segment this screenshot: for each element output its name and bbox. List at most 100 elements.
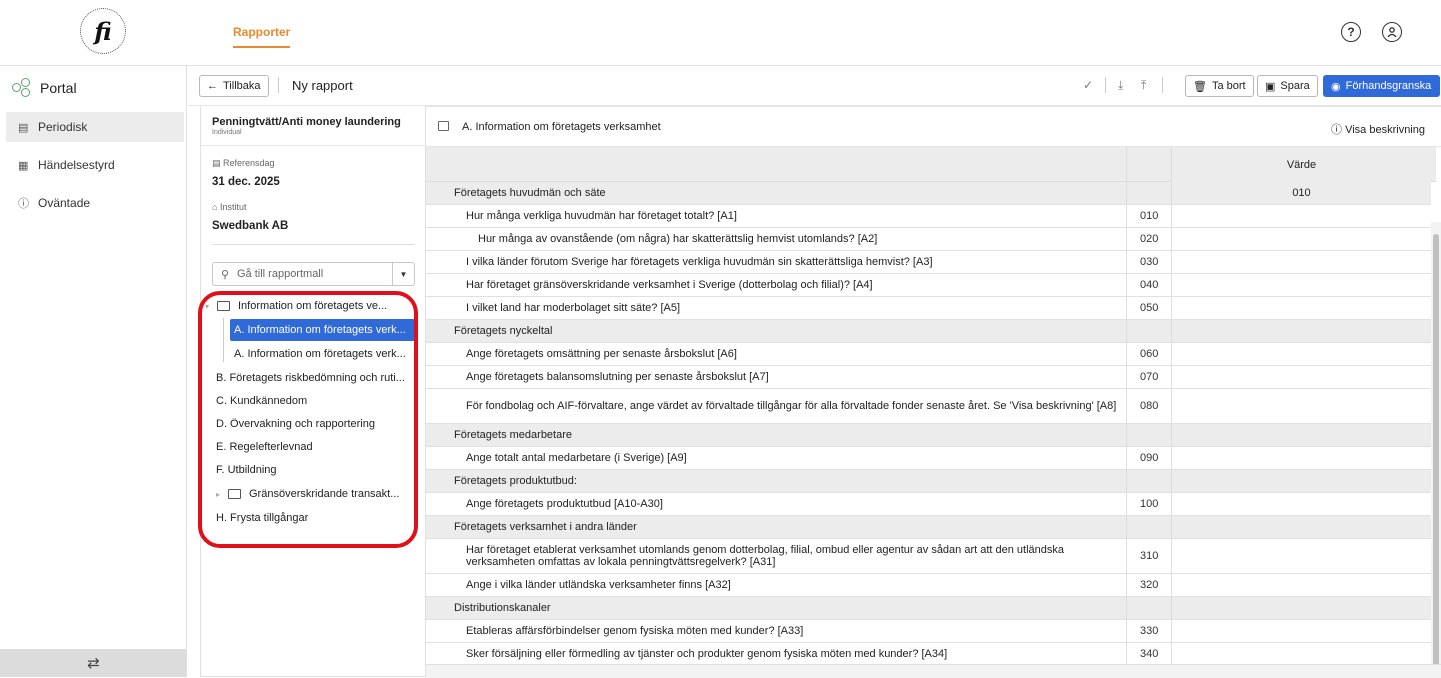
sidebar-item-periodisk[interactable]: ▤ Periodisk [6,112,184,142]
row-label: Sker försäljning eller förmedling av tjä… [466,648,948,660]
row-code: 340 [1126,643,1171,665]
row-value-input[interactable] [1171,228,1431,250]
row-code: 060 [1126,343,1171,365]
row-value-input[interactable] [1171,366,1431,388]
vertical-scrollbar[interactable] [1431,222,1441,667]
row-value-input[interactable] [1171,447,1431,469]
row-value-input[interactable] [1171,539,1431,573]
table-row: I vilka länder förutom Sverige har föret… [426,251,1431,274]
row-value-input[interactable] [1171,274,1431,296]
sidebar-item-handelsestyrd[interactable]: ▦ Händelsestyrd [6,150,184,180]
row-label: Hur många av ovanstående (om några) har … [478,233,878,245]
row-label: Företagets huvudmän och säte [454,187,606,199]
chevron-down-icon[interactable]: ▾ [205,302,217,311]
folder-open-icon [217,301,230,311]
row-label: Har företaget etablerat verksamhet utoml… [466,544,1065,568]
report-navigator: Penningtvätt/Anti money laundering Indiv… [200,106,426,677]
value-column-code: 010 [1171,182,1431,204]
help-icon[interactable]: ? [1341,22,1361,42]
preview-button[interactable]: ◉ Förhandsgranska [1323,75,1440,97]
table-header: Värde [426,147,1436,182]
tree-folder-information[interactable]: ▾ Information om företagets ve... [205,295,415,317]
show-description-link[interactable]: ⓘ Visa beskrivning [1331,121,1425,137]
tree-folder-gransoverskridande[interactable]: ▸ Gränsöverskridande transakt... [216,483,415,505]
portal-icon [12,78,32,98]
row-value-input [1171,424,1431,446]
row-label: Distributionskanaler [454,602,551,614]
row-code: 050 [1126,297,1171,319]
table-row: Företagets huvudmän och säte 010 [426,182,1431,205]
row-value-input[interactable] [1171,493,1431,515]
search-input[interactable]: Gå till rapportmall [237,268,392,280]
validate-icon[interactable]: ✓ [1083,78,1093,92]
value-column-header: Värde [1171,147,1431,182]
tree-item-a-second[interactable]: A. Information om företagets verk... [234,343,415,365]
report-form: A. Information om företagets verksamhet … [426,106,1441,678]
user-icon[interactable] [1382,22,1402,42]
save-button[interactable]: ▣ Spara [1257,75,1318,97]
trash-icon: 🗑︎ [1193,80,1207,93]
tree-item-b[interactable]: B. Företagets riskbedömning och ruti... [216,367,415,389]
save-icon: ▣ [1265,80,1276,93]
row-value-input[interactable] [1171,620,1431,642]
row-value-input[interactable] [1171,251,1431,273]
table-row: Ange företagets omsättning per senaste å… [426,343,1431,366]
section-title: A. Information om företagets verksamhet [462,121,661,133]
table-group-row: Företagets verksamhet i andra länder [426,516,1431,539]
table-group-row: Distributionskanaler [426,597,1431,620]
chevron-right-icon[interactable]: ▸ [216,490,228,499]
table-row: Har företaget etablerat verksamhet utoml… [426,539,1431,574]
user-glyph [1387,27,1397,38]
row-value-input[interactable] [1171,297,1431,319]
template-search[interactable]: ⚲ Gå till rapportmall ▼ [212,262,415,286]
row-code: 080 [1126,389,1171,423]
tree-item-f[interactable]: F. Utbildning [216,459,415,481]
calendar-icon: ▤ [18,121,29,134]
row-label: Har företaget gränsöverskridande verksam… [466,279,873,291]
upload-icon[interactable]: ⤒ [1141,78,1146,93]
row-label: Ange företagets balansomslutning per sen… [466,371,769,383]
table-row: Ange företagets produktutbud [A10-A30] 10… [426,493,1431,516]
row-value-input[interactable] [1171,343,1431,365]
report-type: Individual [212,129,242,136]
fi-logo[interactable]: fi [80,8,126,54]
top-bar: fi Rapporter ? [0,0,1441,66]
row-value-input [1171,320,1431,342]
tab-rapporter[interactable]: Rapporter [233,25,291,48]
row-code: 330 [1126,620,1171,642]
row-value-input[interactable] [1171,574,1431,596]
tree-item-a-selected[interactable]: A. Information om företagets verk... [230,319,415,341]
portal-link[interactable]: Portal [12,78,77,98]
row-value-input [1171,597,1431,619]
row-label: Ange i vilka länder utländska verksamhet… [466,579,731,591]
row-value-input[interactable] [1171,205,1431,227]
folder-icon [228,489,241,499]
tree-item-d[interactable]: D. Övervakning och rapportering [216,413,415,435]
row-value-input[interactable] [1171,389,1431,423]
horizontal-scrollbar[interactable] [426,664,1441,678]
row-code [1126,516,1171,538]
tree-item-h[interactable]: H. Frysta tillgångar [216,507,415,529]
download-icon[interactable]: ⤓ [1118,78,1123,93]
row-value-input [1171,516,1431,538]
table-group-row: Företagets nyckeltal [426,320,1431,343]
row-label: Hur många verkliga huvudmän har företage… [466,210,737,222]
back-button[interactable]: ← Tillbaka [199,75,269,97]
row-label: Företagets nyckeltal [454,325,553,337]
row-label: För fondbolag och AIF-förvaltare, ange v… [466,400,1117,412]
panel-icon[interactable] [438,121,449,131]
sidebar-item-ovantade[interactable]: ⓘ Oväntade [6,188,184,218]
row-code [1126,424,1171,446]
delete-button[interactable]: 🗑︎ Ta bort [1185,75,1254,97]
row-label: Ange totalt antal medarbetare (i Sverige… [466,452,687,464]
row-code: 100 [1126,493,1171,515]
eye-icon: ◉ [1331,80,1341,93]
table-row: För fondbolag och AIF-förvaltare, ange v… [426,389,1431,424]
reference-date-value: 31 dec. 2025 [212,176,280,188]
tree-item-e[interactable]: E. Regelefterlevnad [216,436,415,458]
row-value-input [1171,470,1431,492]
collapse-sidebar-button[interactable]: ⇄ [0,649,187,677]
chevron-down-icon[interactable]: ▼ [392,263,414,285]
row-value-input[interactable] [1171,643,1431,665]
tree-item-c[interactable]: C. Kundkännedom [216,390,415,412]
